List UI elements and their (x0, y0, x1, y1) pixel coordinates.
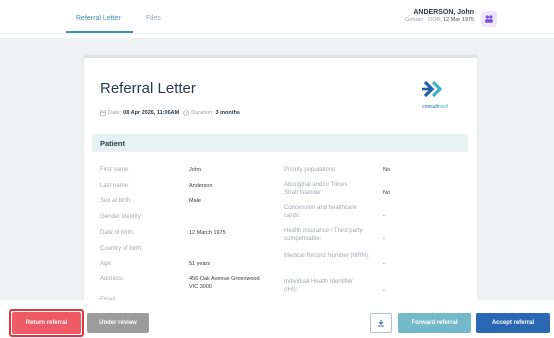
download-button[interactable] (370, 313, 392, 333)
users-icon[interactable] (481, 11, 497, 27)
field-label-country-of-birth: Country of birth: (100, 246, 143, 252)
logo-wordmark-part2: med (438, 104, 448, 110)
field-label-mrn: Medical Record Number (MRN): (284, 253, 370, 259)
field-value-priority-populations: No (383, 167, 391, 173)
field-value-first-name: John (189, 167, 201, 173)
consultmed-logo-icon (422, 80, 443, 98)
patient-meta: Gender DOB: 12 Mar 1975 (405, 17, 474, 23)
field-label-age: Age: (100, 261, 113, 267)
duration-value: 3 months (215, 110, 240, 116)
field-value-ihi: - (383, 288, 385, 294)
dob-value: 12 Mar 1975 (443, 17, 474, 23)
field-label-date-of-birth: Date of birth: (100, 230, 135, 236)
date-value: 08 Apr 2026, 11:06AM (123, 110, 180, 116)
field-value-sex-at-birth: Male (189, 198, 201, 204)
patient-section-header: Patient (92, 134, 468, 152)
action-bar: Return referral Under review Forward ref… (0, 300, 554, 338)
document-meta: Date: 08 Apr 2026, 11:06AM Duration: 3 m… (100, 110, 240, 116)
return-referral-button[interactable]: Return referral (12, 312, 81, 334)
field-value-date-of-birth: 12 March 1975 (189, 230, 226, 236)
field-label-health-insurance: Health insurance / Third party compensab… (284, 228, 363, 242)
field-label-sex-at-birth: Sex at birth: (100, 198, 133, 204)
duration-label: Duration: (191, 110, 214, 116)
field-label-first-name: First name: (100, 167, 131, 173)
patient-name: ANDERSON, John (413, 9, 474, 16)
field-value-aboriginal-torres: No (383, 190, 391, 196)
field-value-health-insurance: - (383, 236, 385, 242)
field-label-aboriginal-torres: Aboriginal and/or Torres Strait Islander… (284, 182, 348, 196)
field-value-age: 51 years (189, 261, 211, 267)
field-value-concession-cards: - (383, 213, 385, 219)
field-value-last-name: Anderson (189, 183, 213, 189)
field-label-ihi: Individual Health Identifier (IHI): (284, 279, 354, 293)
download-icon (378, 319, 384, 327)
field-label-last-name: Last name: (100, 183, 130, 189)
field-value-address: 456 Oak Avenue Greenwood VIC 3000 (189, 276, 260, 290)
forward-referral-button[interactable]: Forward referral (398, 313, 471, 333)
document-title: Referral Letter (100, 80, 196, 97)
field-label-priority-populations: Priority populations: (284, 167, 337, 173)
tab-files[interactable]: Files (146, 15, 161, 22)
section-title: Patient (100, 139, 126, 148)
date-label: Date: (108, 110, 122, 116)
field-value-mrn: - (383, 261, 385, 267)
clock-icon (183, 110, 190, 116)
gender-label: Gender (405, 17, 424, 23)
logo-wordmark: consultmed (412, 104, 458, 110)
field-label-address: Address: (100, 276, 124, 282)
consultmed-logo: consultmed (412, 80, 458, 110)
logo-wordmark-part1: consult (422, 104, 439, 110)
accept-referral-button[interactable]: Accept referral (476, 313, 550, 333)
referral-letter-card: Referral Letter Date: 08 Apr 2026, 11:06… (84, 55, 477, 303)
tabs-divider (0, 33, 554, 34)
calendar-icon (100, 110, 106, 116)
field-label-concession-cards: Concession and healthcare cards: (284, 205, 357, 219)
top-bar: Referral Letter Files ANDERSON, John Gen… (0, 0, 554, 38)
under-review-button[interactable]: Under review (87, 313, 149, 333)
field-label-gender-identity: Gender identity: (100, 214, 143, 220)
patient-header: ANDERSON, John Gender DOB: 12 Mar 1975 (405, 9, 474, 23)
tab-referral-letter[interactable]: Referral Letter (76, 15, 121, 22)
dob-label: DOB: (428, 17, 442, 23)
